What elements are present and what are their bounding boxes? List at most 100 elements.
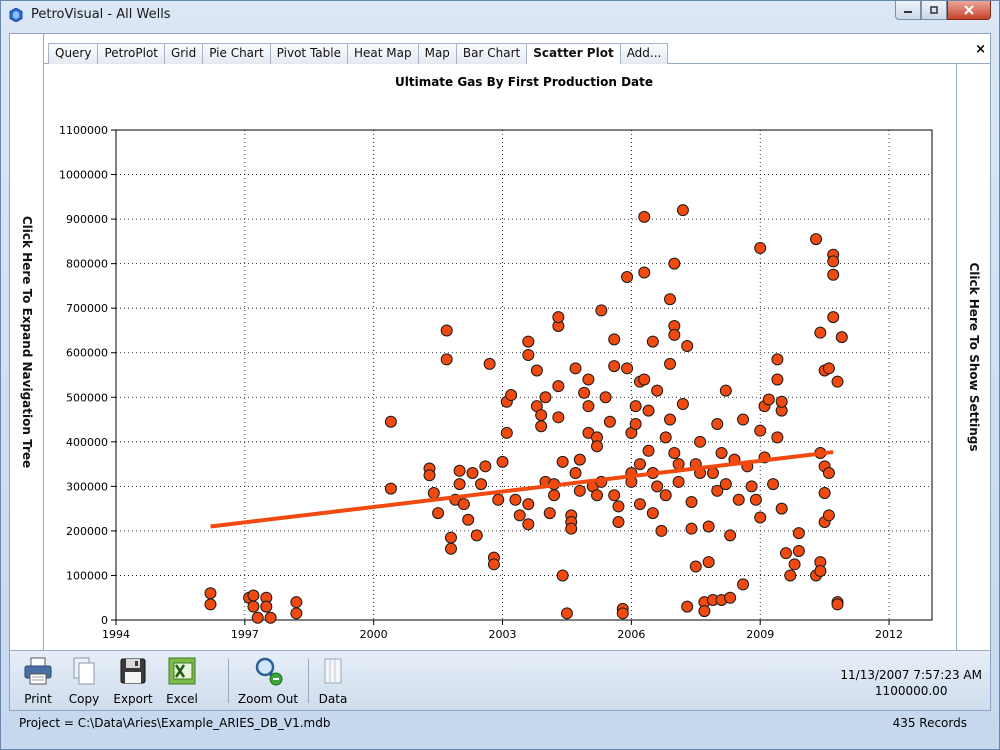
scatter-point xyxy=(822,467,835,479)
scatter-point xyxy=(706,467,719,479)
maximize-button[interactable] xyxy=(921,1,947,20)
excel-label: Excel xyxy=(166,692,198,706)
scatter-point xyxy=(672,475,685,488)
copy-button[interactable]: Copy xyxy=(62,655,106,707)
y-tick-label: 600000 xyxy=(66,347,108,360)
scatter-point xyxy=(719,384,732,397)
export-button[interactable]: Export xyxy=(108,655,158,707)
y-tick-label: 1100000 xyxy=(59,124,108,137)
tab-grid[interactable]: Grid xyxy=(164,43,204,64)
scatter-point xyxy=(466,467,479,479)
scatter-point xyxy=(827,311,840,324)
chart-title: Ultimate Gas By First Production Date xyxy=(395,75,653,89)
scatter-point xyxy=(629,418,642,430)
zoom-out-button[interactable]: Zoom Out xyxy=(236,655,300,707)
tab-petroplot[interactable]: PetroPlot xyxy=(97,43,165,64)
scatter-point xyxy=(664,293,677,306)
data-button[interactable]: Data xyxy=(314,655,352,707)
scatter-point xyxy=(530,364,543,377)
tab-close-button[interactable]: × xyxy=(975,42,986,57)
tab-scatter-plot[interactable]: Scatter Plot xyxy=(526,43,621,65)
scatter-point xyxy=(659,431,672,444)
x-tick-label: 2009 xyxy=(746,628,774,641)
x-tick-label: 2012 xyxy=(875,628,903,641)
scatter-point xyxy=(664,413,677,426)
restore-icon xyxy=(930,6,938,14)
x-tick-label: 1997 xyxy=(231,628,259,641)
copy-label: Copy xyxy=(68,692,100,706)
scatter-point xyxy=(616,607,629,620)
scatter-point xyxy=(835,331,848,344)
scatter-point xyxy=(642,404,655,417)
record-count: 435 Records xyxy=(892,716,967,730)
scatter-point xyxy=(440,353,453,366)
tab-bar-chart[interactable]: Bar Chart xyxy=(455,43,528,64)
client-area: Click Here To Expand Navigation Tree Que… xyxy=(9,33,991,711)
scatter-point xyxy=(444,531,457,544)
scatter-point xyxy=(565,522,578,535)
scatter-point xyxy=(487,558,500,571)
scatter-point xyxy=(290,596,303,609)
scatter-point xyxy=(633,458,646,471)
navigation-tree-expander[interactable]: Click Here To Expand Navigation Tree xyxy=(10,34,44,650)
scatter-point xyxy=(762,393,775,406)
tab-list: Query PetroPlot Grid Pie Chart Pivot Table He… xyxy=(48,43,669,65)
scatter-point xyxy=(737,413,750,426)
y-tick-label: 700000 xyxy=(66,302,108,315)
excel-button[interactable]: Excel xyxy=(160,655,204,707)
app-window: PetroVisual - All Wells Click Here To Ex… xyxy=(0,0,1000,750)
plot-area xyxy=(115,129,933,621)
scatter-point xyxy=(591,440,604,453)
scatter-point xyxy=(483,357,496,370)
scatter-point xyxy=(470,529,483,542)
scatter-point xyxy=(247,600,260,613)
scatter-point xyxy=(702,556,715,569)
minimize-button[interactable] xyxy=(895,1,921,20)
scatter-point xyxy=(638,210,651,223)
scatter-point xyxy=(754,511,767,524)
scatter-point xyxy=(522,498,535,511)
y-tick-label: 800000 xyxy=(66,258,108,271)
y-tick-label: 900000 xyxy=(66,213,108,226)
data-icon xyxy=(324,658,342,684)
scatter-point xyxy=(702,520,715,533)
scatter-chart[interactable]: Ultimate Gas By First Production Date 0 10… xyxy=(44,64,956,650)
tab-add[interactable]: Add... xyxy=(619,43,669,64)
scatter-point xyxy=(754,424,767,437)
print-button[interactable]: Print xyxy=(16,655,60,707)
tab-map[interactable]: Map xyxy=(417,43,457,64)
scatter-point xyxy=(638,373,651,386)
scatter-point xyxy=(251,611,264,624)
scatter-point xyxy=(513,509,526,522)
scatter-point xyxy=(603,415,616,428)
close-button[interactable] xyxy=(947,1,991,20)
scatter-point xyxy=(432,507,445,520)
scatter-point xyxy=(771,373,784,386)
cursor-readout: 11/13/2007 7:57:23 AM 1100000.00 xyxy=(840,667,982,699)
scatter-point xyxy=(500,426,513,439)
y-tick-label: 1000000 xyxy=(59,169,108,182)
scatter-point xyxy=(552,411,565,424)
magnifier-zoom-out-icon xyxy=(255,657,283,686)
scatter-chart-panel[interactable]: Ultimate Gas By First Production Date 0 10… xyxy=(44,64,956,650)
cursor-readout-date: 11/13/2007 7:57:23 AM xyxy=(840,668,982,682)
tab-heat-map[interactable]: Heat Map xyxy=(346,43,419,64)
floppy-disk-icon xyxy=(120,658,146,684)
tab-query[interactable]: Query xyxy=(48,43,99,64)
tab-pie-chart[interactable]: Pie Chart xyxy=(202,43,271,64)
scatter-point xyxy=(384,482,397,495)
scatter-point xyxy=(792,527,805,540)
scatter-point xyxy=(681,600,694,613)
navigation-tree-expander-label: Click Here To Expand Navigation Tree xyxy=(20,215,34,469)
settings-expander[interactable]: Click Here To Show Settings xyxy=(956,64,990,650)
scatter-point xyxy=(492,493,505,506)
scatter-point xyxy=(827,268,840,281)
x-tick-label: 1994 xyxy=(102,628,130,641)
scatter-point xyxy=(724,591,737,604)
scatter-point xyxy=(651,384,664,397)
tab-pivot-table[interactable]: Pivot Table xyxy=(269,43,348,64)
scatter-point xyxy=(668,328,681,341)
title-bar[interactable]: PetroVisual - All Wells xyxy=(1,1,999,29)
x-tick-label: 2006 xyxy=(617,628,645,641)
scatter-point xyxy=(788,558,801,571)
